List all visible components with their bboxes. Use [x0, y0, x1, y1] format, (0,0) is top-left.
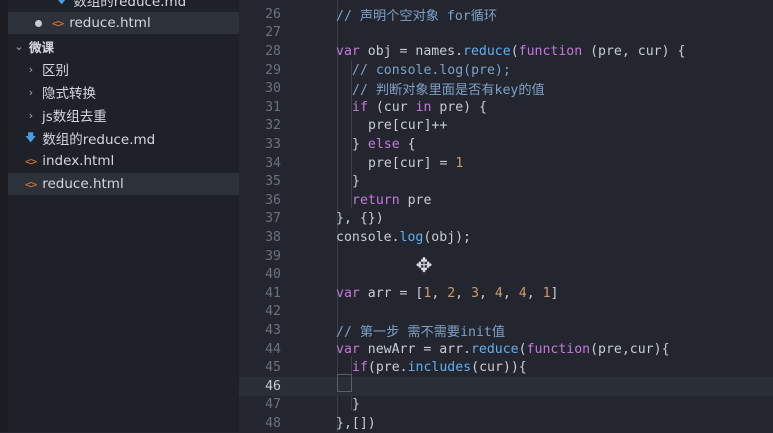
file-reduce-html[interactable]: <> reduce.html — [8, 173, 239, 195]
chevron-right-icon: › — [28, 108, 34, 122]
chevron-right-icon: › — [28, 85, 34, 99]
open-editor-reduce-html[interactable]: <> reduce.html — [8, 12, 239, 34]
code-line[interactable]: 48 },[]) — [239, 414, 773, 433]
code-line[interactable]: 33 } else { — [239, 135, 773, 154]
code-line[interactable]: 37 }, {}) — [239, 210, 773, 229]
folder-yinshi[interactable]: › 隐式转换 — [8, 81, 239, 103]
file-explorer: 🡇 数组的reduce.md <> reduce.html ⌄ 微课 › 区别 … — [8, 0, 239, 432]
code-line[interactable]: 31 if (cur in pre) { — [239, 98, 773, 117]
file-reduce-md[interactable]: 🡇 数组的reduce.md — [8, 127, 239, 149]
code-line[interactable]: 28 var obj = names. reduce(function (pre,… — [239, 42, 773, 61]
code-line[interactable]: 42 — [239, 303, 773, 322]
html-file-icon: <> — [52, 16, 64, 30]
folder-weike[interactable]: ⌄ 微课 — [8, 35, 239, 57]
code-line[interactable]: 32 pre[cur]++ — [239, 117, 773, 136]
code-line[interactable]: 39 — [239, 247, 773, 266]
code-line[interactable]: 38 console. log (obj); — [239, 228, 773, 247]
code-line[interactable]: 44 var newArr = arr. reduce(function (pre,… — [239, 340, 773, 359]
code-line-current[interactable]: 46 — [239, 377, 773, 396]
html-file-icon: <> — [25, 154, 37, 168]
code-line[interactable]: 43 // 第一步 需不需要init值 — [239, 321, 773, 340]
html-file-icon: <> — [25, 177, 37, 191]
chevron-down-icon: ⌄ — [14, 39, 24, 53]
activity-bar — [0, 0, 8, 432]
code-line[interactable]: 34 pre[cur] = 1 — [239, 154, 773, 173]
explorer-item-md-partial[interactable]: 🡇 数组的reduce.md — [8, 0, 239, 11]
move-cursor-icon: ✥ — [415, 253, 433, 277]
code-line[interactable]: 35 } — [239, 172, 773, 191]
code-line[interactable]: 40 — [239, 265, 773, 284]
code-line[interactable]: 30 // 判断对象里面是否有key的值 — [239, 79, 773, 98]
code-editor[interactable]: 26 // 声明个空对象 for循环 27 28 var obj = names… — [239, 0, 773, 432]
chevron-right-icon: › — [28, 62, 34, 76]
markdown-file-icon: 🡇 — [25, 130, 37, 144]
code-line[interactable]: 47 } — [239, 396, 773, 415]
code-line[interactable]: 41 var arr = [1, 2, 3, 4, 4, 1] — [239, 284, 773, 303]
code-line[interactable]: 45 if (pre. includes (cur)){ — [239, 358, 773, 377]
text-cursor — [337, 374, 352, 392]
folder-quchong[interactable]: › js数组去重 — [8, 104, 239, 126]
folder-qubie[interactable]: › 区别 — [8, 58, 239, 80]
code-line[interactable]: 26 // 声明个空对象 for循环 — [239, 5, 773, 24]
markdown-file-icon: 🡇 — [56, 0, 67, 10]
code-line[interactable]: 36 return pre — [239, 191, 773, 210]
code-line[interactable]: 27 — [239, 24, 773, 43]
code-line[interactable]: 29 // console.log(pre); — [239, 61, 773, 80]
file-index-html[interactable]: <> index.html — [8, 150, 239, 172]
unsaved-dot-icon — [35, 19, 42, 27]
